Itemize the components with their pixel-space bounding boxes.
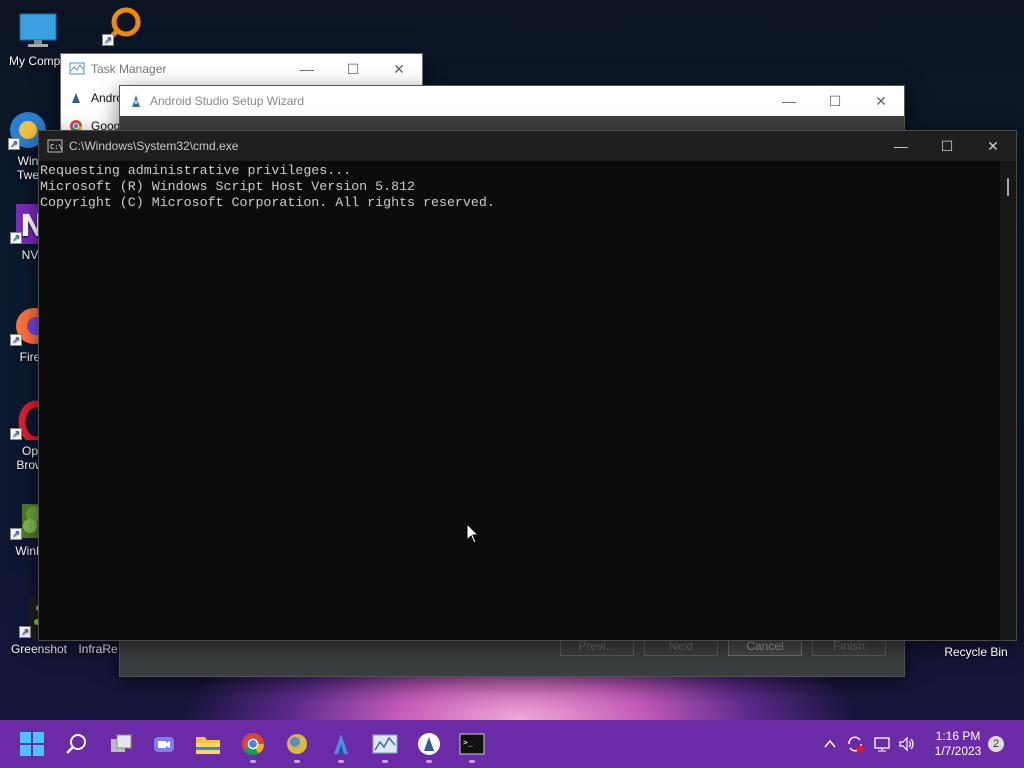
desktop-icon-label: Greenshot	[10, 642, 68, 656]
running-indicator	[426, 760, 432, 763]
start-button[interactable]	[16, 728, 48, 760]
setup-wizard-icon	[418, 733, 440, 755]
cmd-window[interactable]: C:\ C:\Windows\System32\cmd.exe — ☐ ✕ Re…	[38, 130, 1017, 641]
network-icon	[874, 737, 890, 752]
console-line: Requesting administrative privileges...	[40, 163, 352, 178]
mouse-pointer-icon	[466, 523, 480, 544]
chat-icon	[154, 737, 174, 752]
minimize-button[interactable]: —	[284, 54, 330, 84]
android-studio-button[interactable]	[325, 728, 357, 763]
desktop-icon-search-app[interactable]: ↗	[86, 6, 158, 50]
minimize-button[interactable]: —	[878, 131, 924, 161]
search-button[interactable]	[60, 728, 92, 760]
cmd-icon: C:\	[47, 139, 63, 153]
console-output[interactable]: Requesting administrative privileges... M…	[39, 161, 1000, 640]
desktop-icon-label: Recycle Bin	[944, 645, 1008, 659]
task-manager-titlebar[interactable]: Task Manager — ☐ ✕	[61, 54, 422, 84]
desktop-icon-recycle-bin[interactable]: Recycle Bin	[938, 645, 1014, 659]
running-indicator	[250, 760, 256, 763]
chrome-icon	[242, 733, 264, 755]
app-icon	[287, 734, 307, 754]
clock-time: 1:16 PM	[935, 729, 981, 743]
cmd-titlebar[interactable]: C:\ C:\Windows\System32\cmd.exe — ☐ ✕	[39, 131, 1016, 161]
show-hidden-icons-button[interactable]	[822, 720, 838, 768]
taskbar: >_ 1:16 PM 1/7/2023	[0, 720, 1024, 768]
shortcut-arrow-icon: ↗	[19, 626, 31, 638]
shortcut-arrow-icon: ↗	[10, 528, 22, 540]
task-manager-icon	[372, 734, 398, 754]
file-explorer-button[interactable]	[192, 728, 224, 760]
running-indicator	[469, 760, 475, 763]
chat-button[interactable]	[148, 728, 180, 760]
android-studio-icon	[132, 95, 140, 107]
cmd-icon: >_	[459, 733, 485, 755]
shortcut-arrow-icon: ↗	[10, 334, 22, 346]
notification-badge[interactable]: 2	[988, 736, 1004, 752]
sync-alert-icon	[848, 736, 864, 753]
volume-button[interactable]	[898, 720, 916, 768]
task-view-button[interactable]	[105, 728, 137, 760]
chrome-button[interactable]	[237, 728, 269, 763]
start-icon	[20, 732, 44, 756]
magnifier-app-icon: ↗	[102, 6, 142, 46]
update-tray-button[interactable]	[846, 720, 864, 768]
network-button[interactable]	[873, 720, 891, 768]
window-title: Task Manager	[91, 62, 167, 76]
clock-date: 1/7/2023	[934, 744, 982, 758]
svg-text:>_: >_	[463, 738, 473, 747]
cmd-button[interactable]: >_	[456, 728, 488, 763]
search-icon	[66, 734, 86, 754]
close-button[interactable]: ✕	[858, 86, 904, 116]
task-view-icon	[111, 734, 132, 752]
shortcut-arrow-icon: ↗	[102, 34, 114, 46]
vertical-scrollbar[interactable]	[1000, 161, 1016, 640]
setup-wizard-button[interactable]	[413, 728, 445, 763]
file-explorer-icon	[196, 737, 220, 754]
close-button[interactable]: ✕	[970, 131, 1016, 161]
console-line: Copyright (C) Microsoft Corporation. All…	[40, 195, 495, 210]
close-button[interactable]: ✕	[376, 54, 422, 84]
running-indicator	[382, 760, 388, 763]
task-manager-icon	[69, 62, 85, 75]
maximize-button[interactable]: ☐	[812, 86, 858, 116]
chevron-up-icon	[824, 739, 836, 748]
running-indicator	[338, 760, 344, 763]
running-indicator	[294, 760, 300, 763]
window-title: C:\Windows\System32\cmd.exe	[69, 139, 239, 153]
window-title: Android Studio Setup Wizard	[150, 94, 305, 108]
android-studio-icon	[334, 734, 348, 754]
maximize-button[interactable]: ☐	[924, 131, 970, 161]
console-line: Microsoft (R) Windows Script Host Versio…	[40, 179, 416, 194]
android-studio-icon	[72, 93, 80, 103]
app-button[interactable]	[281, 728, 313, 763]
maximize-button[interactable]: ☐	[330, 54, 376, 84]
shortcut-arrow-icon: ↗	[10, 232, 22, 244]
minimize-button[interactable]: —	[766, 86, 812, 116]
monitor-icon	[18, 10, 58, 50]
speaker-icon	[899, 736, 914, 752]
task-manager-button[interactable]	[369, 728, 401, 763]
svg-text:C:\: C:\	[50, 143, 63, 151]
clock[interactable]: 1:16 PM 1/7/2023	[928, 729, 988, 759]
setup-wizard-titlebar[interactable]: Android Studio Setup Wizard — ☐ ✕	[120, 86, 904, 116]
shortcut-arrow-icon: ↗	[10, 428, 22, 440]
shortcut-arrow-icon: ↗	[8, 138, 20, 150]
scrollbar-thumb[interactable]	[1007, 178, 1009, 196]
